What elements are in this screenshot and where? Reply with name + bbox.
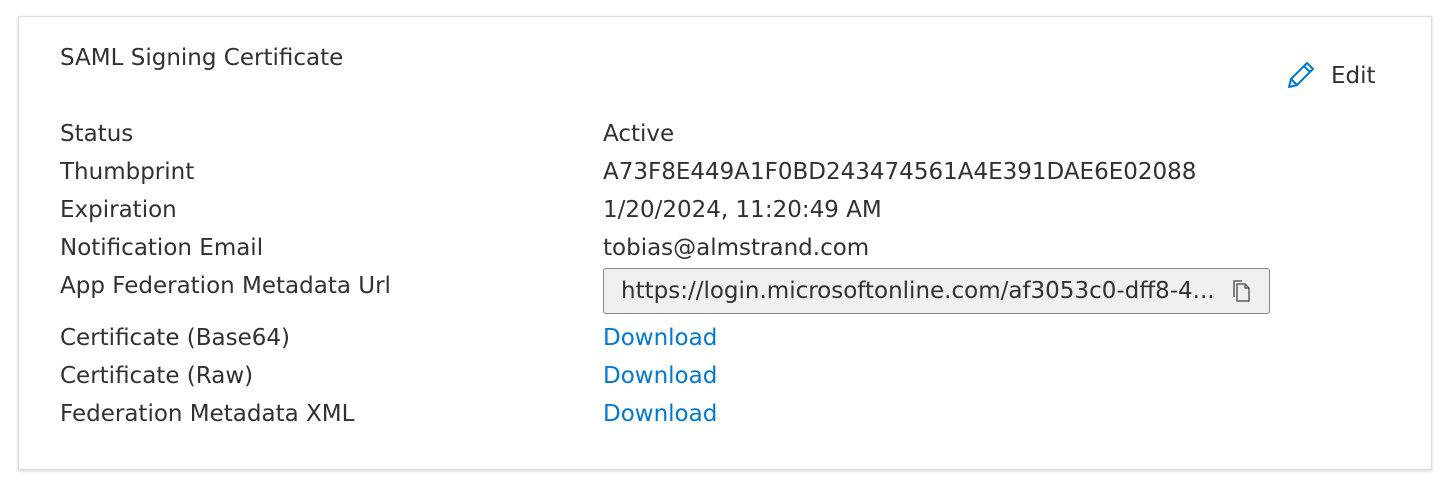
row-cert-base64: Certificate (Base64) Download <box>60 322 1431 360</box>
row-cert-raw: Certificate (Raw) Download <box>60 360 1431 398</box>
cert-base64-label: Certificate (Base64) <box>60 325 290 351</box>
copy-button[interactable] <box>1221 271 1261 311</box>
notification-email-value: tobias@almstrand.com <box>603 235 870 261</box>
federation-xml-label: Federation Metadata XML <box>60 401 355 427</box>
row-thumbprint: Thumbprint A73F8E449A1F0BD243474561A4E39… <box>60 156 1431 194</box>
cert-raw-label: Certificate (Raw) <box>60 363 254 389</box>
saml-signing-certificate-card: SAML Signing Certificate Edit Status Act… <box>18 16 1432 470</box>
cert-base64-download-link[interactable]: Download <box>603 322 717 354</box>
row-federation-xml: Federation Metadata XML Download <box>60 398 1431 436</box>
cert-raw-download-link[interactable]: Download <box>603 360 717 392</box>
metadata-url-field[interactable]: https://login.microsoftonline.com/af3053… <box>603 268 1270 314</box>
federation-xml-download-link[interactable]: Download <box>603 398 717 430</box>
thumbprint-label: Thumbprint <box>60 159 195 185</box>
expiration-label: Expiration <box>60 197 177 223</box>
copy-icon <box>1230 279 1252 303</box>
thumbprint-value: A73F8E449A1F0BD243474561A4E391DAE6E02088 <box>603 159 1197 185</box>
row-expiration: Expiration 1/20/2024, 11:20:49 AM <box>60 194 1431 232</box>
pencil-icon <box>1283 59 1317 93</box>
notification-email-label: Notification Email <box>60 235 264 261</box>
metadata-url-label: App Federation Metadata Url <box>60 273 391 299</box>
status-value: Active <box>603 121 675 147</box>
row-metadata-url: App Federation Metadata Url https://logi… <box>60 268 1431 318</box>
edit-label: Edit <box>1331 63 1376 89</box>
status-label: Status <box>60 121 134 147</box>
row-status: Status Active <box>60 118 1431 156</box>
card-title: SAML Signing Certificate <box>60 45 344 71</box>
expiration-value: 1/20/2024, 11:20:49 AM <box>603 197 882 223</box>
metadata-url-value: https://login.microsoftonline.com/af3053… <box>621 278 1215 304</box>
edit-button[interactable]: Edit <box>1283 59 1376 93</box>
row-notification-email: Notification Email tobias@almstrand.com <box>60 232 1431 270</box>
